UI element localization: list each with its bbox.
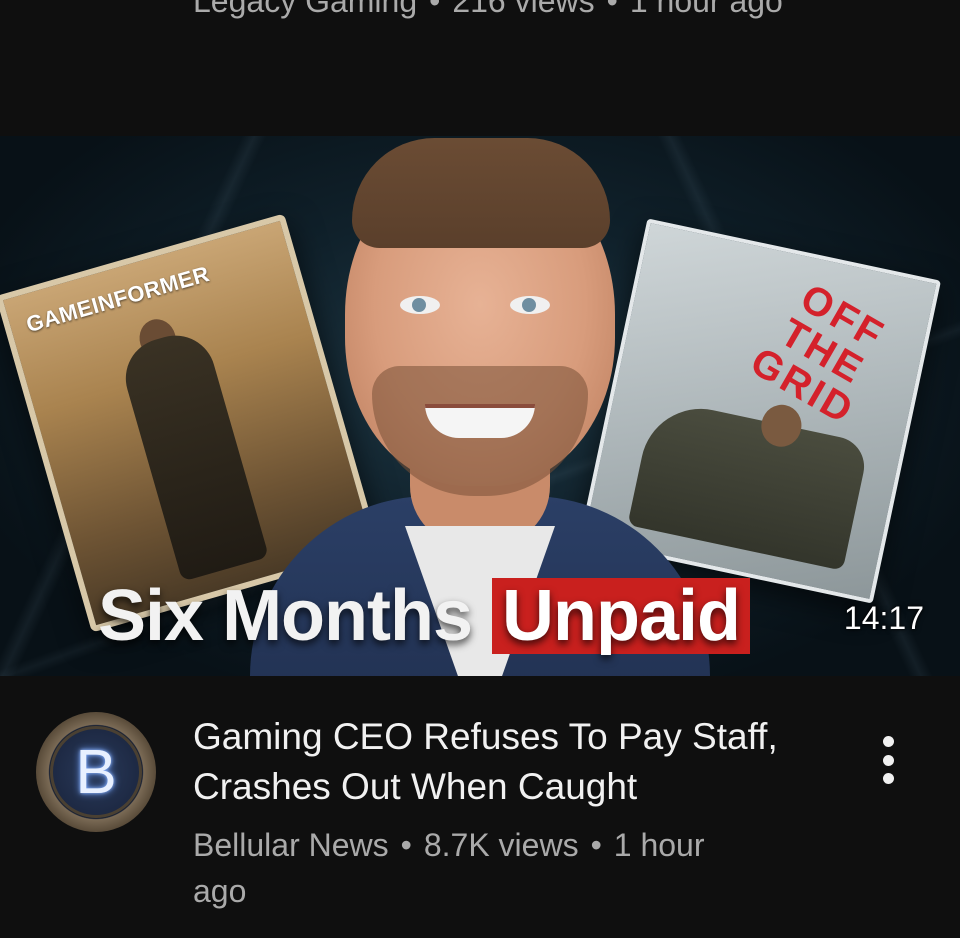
- menu-dot: [882, 754, 894, 766]
- thumbnail-title-white: Six Months: [98, 576, 473, 656]
- avatar-letter: B: [75, 737, 117, 807]
- youtube-feed: Legacy Gaming • 216 views • 1 hour ago GAMEI…: [0, 0, 960, 938]
- video-thumbnail[interactable]: GAMEINFORMER OFF THE GRID Six Months Unp…: [0, 136, 960, 676]
- view-count: 8.7K views: [423, 827, 579, 863]
- menu-dot: [882, 773, 894, 784]
- person-smile: [425, 404, 535, 438]
- person-left-eye: [400, 296, 440, 314]
- menu-dot: [882, 736, 894, 747]
- previous-upload-time: 1 hour ago: [629, 0, 783, 19]
- thumbnail-title-overlay: Six Months Unpaid: [98, 576, 750, 656]
- soldier-image: [116, 326, 270, 582]
- upload-time-ago: ago: [193, 873, 247, 909]
- previous-video-meta: Legacy Gaming • 216 views • 1 hour ago: [193, 0, 813, 24]
- more-vert-icon[interactable]: [866, 730, 910, 790]
- separator: •: [590, 827, 602, 863]
- avatar-inner-ring: B: [50, 726, 142, 818]
- person-hair-image: [352, 138, 610, 248]
- video-title[interactable]: Gaming CEO Refuses To Pay Staff, Crashes…: [193, 712, 833, 812]
- separator: •: [400, 827, 412, 863]
- upload-time: 1 hour: [613, 827, 705, 863]
- channel-avatar[interactable]: B: [36, 712, 156, 832]
- thumbnail-title-red: Unpaid: [492, 578, 750, 654]
- separator: •: [606, 0, 618, 19]
- channel-name[interactable]: Bellular News: [193, 827, 389, 863]
- video-meta: Bellular News • 8.7K views • 1 hour ago: [193, 822, 813, 914]
- off-the-grid-logo: OFF THE GRID: [743, 275, 893, 434]
- previous-channel-name[interactable]: Legacy Gaming: [193, 0, 417, 19]
- previous-view-count: 216 views: [452, 0, 595, 19]
- separator: •: [429, 0, 441, 19]
- person-right-eye: [510, 296, 550, 314]
- magazine-title: GAMEINFORMER: [23, 260, 213, 338]
- duration-badge: 14:17: [843, 600, 924, 636]
